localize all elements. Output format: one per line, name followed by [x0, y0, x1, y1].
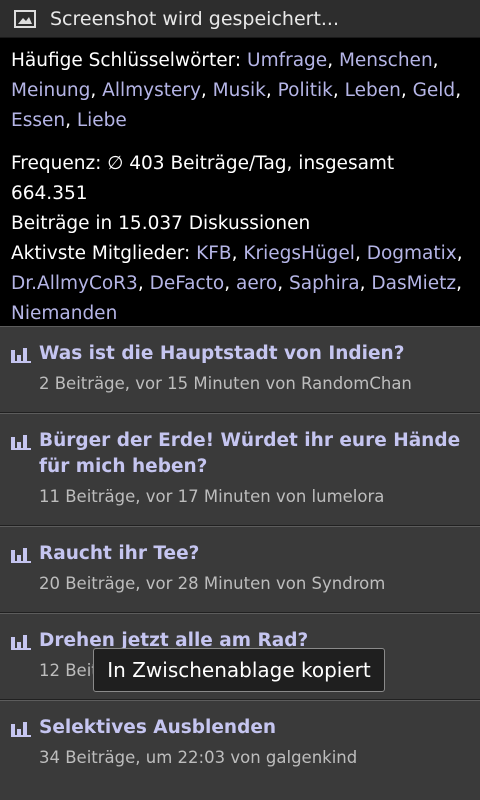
topic-title[interactable]: Was ist die Hauptstadt von Indien?: [39, 341, 464, 367]
forum-info: Häufige Schlüsselwörter: Umfrage, Mensch…: [0, 38, 480, 326]
topic-meta: 20 Beiträge, vor 28 Minuten von Syndrom: [39, 574, 386, 593]
poll-icon: [11, 348, 31, 363]
poll-icon: [11, 722, 31, 737]
keyword-link[interactable]: Umfrage: [247, 50, 327, 71]
keyword-link[interactable]: Musik: [213, 80, 266, 101]
keyword-link[interactable]: Politik: [278, 80, 333, 101]
member-link[interactable]: aero: [236, 273, 277, 294]
poll-icon: [11, 435, 31, 450]
poll-icon: [11, 548, 31, 563]
keyword-link[interactable]: Menschen: [339, 50, 433, 71]
member-link[interactable]: KriegsHügel: [243, 243, 355, 264]
member-link[interactable]: Niemanden: [11, 303, 117, 324]
toast-message: In Zwischenablage kopiert: [93, 648, 385, 692]
member-link[interactable]: Saphira: [289, 273, 360, 294]
frequency-line: Frequenz: ∅ 403 Beiträge/Tag, insgesamt …: [11, 153, 395, 204]
members-paragraph: Aktivste Mitglieder: KFB, KriegsHügel, D…: [11, 243, 463, 324]
keyword-link[interactable]: Leben: [345, 80, 401, 101]
topic-meta: 34 Beiträge, um 22:03 von galgenkind: [39, 748, 358, 767]
members-label: Aktivste Mitglieder:: [11, 243, 191, 264]
topic-title[interactable]: Raucht ihr Tee?: [39, 541, 464, 567]
keywords-paragraph: Häufige Schlüsselwörter: Umfrage, Mensch…: [11, 50, 462, 131]
notification-text: Screenshot wird gespeichert...: [50, 7, 340, 30]
image-icon: [14, 9, 36, 28]
member-link[interactable]: KFB: [196, 243, 231, 264]
topic-meta: 11 Beiträge, vor 17 Minuten von lumelora: [39, 487, 385, 506]
keyword-link[interactable]: Meinung: [11, 80, 90, 101]
keyword-link[interactable]: Essen: [11, 110, 65, 131]
topic-title[interactable]: Selektives Ausblenden: [39, 715, 464, 741]
member-link[interactable]: Dr.AllmyCoR3: [11, 273, 138, 294]
status-bar: Screenshot wird gespeichert...: [0, 0, 480, 38]
topic-row[interactable]: Bürger der Erde! Würdet ihr eure Hände f…: [0, 413, 480, 526]
keyword-link[interactable]: Allmystery: [102, 80, 201, 101]
member-link[interactable]: DasMietz: [371, 273, 456, 294]
keywords-label: Häufige Schlüsselwörter:: [11, 50, 242, 71]
keyword-link[interactable]: Geld: [413, 80, 456, 101]
topic-meta: 2 Beiträge, vor 15 Minuten von RandomCha…: [39, 374, 412, 393]
poll-icon: [11, 635, 31, 650]
topic-title[interactable]: Bürger der Erde! Würdet ihr eure Hände f…: [39, 428, 464, 480]
topic-row[interactable]: Selektives Ausblenden 34 Beiträge, um 22…: [0, 700, 480, 800]
keyword-link[interactable]: Liebe: [77, 110, 127, 131]
member-link[interactable]: DeFacto: [150, 273, 225, 294]
frequency-line-2: Beiträge in 15.037 Diskussionen: [11, 213, 311, 234]
topic-row[interactable]: Raucht ihr Tee? 20 Beiträge, vor 28 Minu…: [0, 526, 480, 613]
topic-row[interactable]: Was ist die Hauptstadt von Indien? 2 Bei…: [0, 326, 480, 413]
member-link[interactable]: Dogmatix: [367, 243, 457, 264]
